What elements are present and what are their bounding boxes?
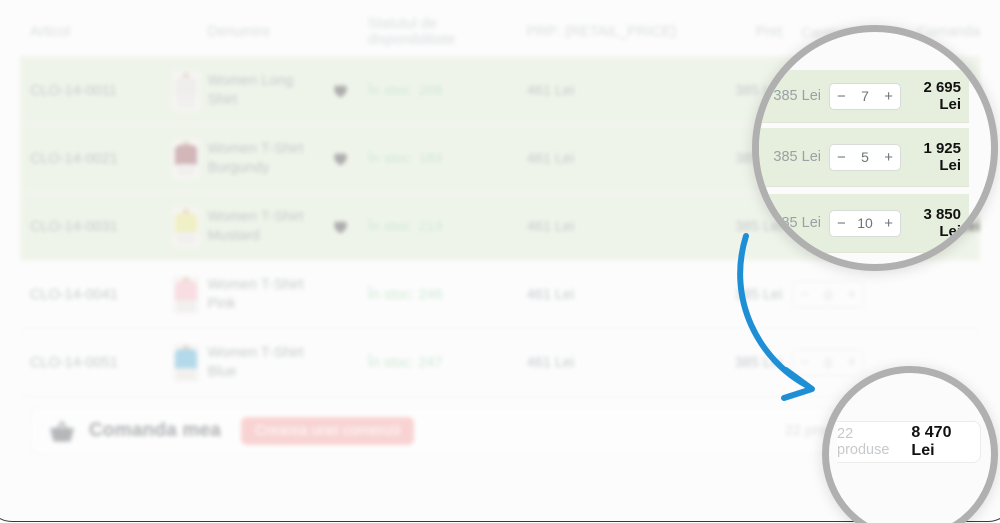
cell-retail-price: 461 Lei <box>526 218 575 235</box>
stepper-value: 5 <box>861 149 869 165</box>
lens-row-separator <box>759 252 969 253</box>
product-thumbnail <box>173 71 200 110</box>
cell-article: CLO-14-0031 <box>30 218 118 235</box>
cell-stock: În stoc: 213 <box>367 218 443 235</box>
cell-name: Women T-Shirt Mustard <box>207 208 304 244</box>
lens-price: 385 Lei <box>773 88 821 104</box>
header-article: Articol <box>30 24 71 40</box>
lens-sharp-rows: 385 Lei −7 +2 695 Lei 385 Lei −5 +1 925 Lei 38… <box>759 32 991 264</box>
lens-row-separator <box>759 122 969 123</box>
stepper-plus-button[interactable]: + <box>847 287 856 302</box>
cell-name: Women T-Shirt Pink <box>207 276 304 312</box>
cell-stock: În stoc: 208 <box>367 82 443 99</box>
product-thumbnail <box>173 207 200 246</box>
cell-stock: În stoc: 183 <box>367 150 443 167</box>
lens-order-sum: 2 695 Lei <box>923 79 961 113</box>
product-thumbnail <box>173 139 200 178</box>
screenshot-root: Articol Denumire Statutul de disponibili… <box>0 0 1000 523</box>
favorite-heart-icon[interactable] <box>314 149 368 168</box>
stepper-plus-button[interactable]: + <box>884 150 893 165</box>
stepper-minus-button[interactable]: − <box>800 355 809 370</box>
lens-quantity-stepper[interactable]: −7 + <box>821 82 909 110</box>
product-thumbnail <box>173 275 200 314</box>
magnifier-lens-total: 22 produse 8 470 Lei <box>822 366 998 523</box>
lens-price: 385 Lei <box>773 149 821 165</box>
cell-article: CLO-14-0011 <box>30 82 117 99</box>
header-stock: Statutul de disponibilitate <box>367 16 456 48</box>
cell-thumbnail <box>165 275 207 314</box>
stepper-minus-button[interactable]: − <box>837 216 846 231</box>
cell-thumbnail <box>165 139 207 178</box>
stepper-value: 10 <box>857 215 873 231</box>
magnifier-lens-quantity: 385 Lei −7 +2 695 Lei 385 Lei −5 +1 925 Lei 38… <box>752 25 998 271</box>
cell-stock: În stoc: 247 <box>367 354 443 371</box>
stepper-minus-button[interactable]: − <box>837 89 846 104</box>
header-prp: PRP: {RETAIL_PRICE} <box>526 24 677 40</box>
quantity-stepper[interactable]: −7 + <box>829 82 901 110</box>
cell-name: Women T-Shirt Burgundy <box>207 140 304 176</box>
quantity-stepper[interactable]: −0 + <box>792 281 865 308</box>
cell-thumbnail <box>165 207 207 246</box>
cell-thumbnail <box>165 343 207 382</box>
cell-article: CLO-14-0041 <box>30 286 118 303</box>
quantity-stepper[interactable]: −5 + <box>829 143 901 171</box>
lens-content-quantity: 385 Lei −7 +2 695 Lei 385 Lei −5 +1 925 Lei 38… <box>759 32 991 264</box>
stepper-value: 0 <box>824 354 832 371</box>
cell-quantity[interactable]: −0 + <box>782 281 874 308</box>
cell-price: 385 Lei <box>734 286 783 303</box>
lens-order-sum: 1 925 Lei <box>923 140 961 174</box>
cell-name: Women Long Shirt <box>207 72 294 108</box>
stepper-value: 7 <box>861 88 869 104</box>
create-order-button[interactable]: Crearea unei comenzii <box>241 417 415 445</box>
lens-row: 385 Lei −7 +2 695 Lei <box>759 70 969 122</box>
stepper-minus-button[interactable]: − <box>800 287 809 302</box>
cell-name: Women T-Shirt Blue <box>207 344 304 380</box>
lens-row-separator <box>759 186 969 187</box>
cell-retail-price: 461 Lei <box>526 286 575 303</box>
lens-quantity-stepper[interactable]: −10 + <box>821 209 909 237</box>
stepper-plus-button[interactable]: + <box>847 355 856 370</box>
cell-article: CLO-14-0051 <box>30 354 118 371</box>
lens-row: 385 Lei −10 +3 850 Lei <box>759 194 969 252</box>
header-name: Denumire <box>207 23 271 40</box>
cell-price: 385 Lei <box>734 354 783 371</box>
lens-price: 385 Lei <box>773 215 821 231</box>
stepper-plus-button[interactable]: + <box>884 216 893 231</box>
cell-article: CLO-14-0021 <box>30 150 118 167</box>
cell-stock: În stoc: 246 <box>367 286 443 303</box>
quantity-stepper[interactable]: −10 + <box>829 209 901 237</box>
lens-total-box: 22 produse 8 470 Lei <box>837 421 981 463</box>
quantity-stepper[interactable]: −0 + <box>792 349 865 376</box>
favorite-heart-icon[interactable] <box>314 81 368 100</box>
stepper-plus-button[interactable]: + <box>884 89 893 104</box>
lens-grand-total: 8 470 Lei <box>911 424 952 459</box>
lens-product-count: 22 produse <box>837 426 890 458</box>
cell-quantity[interactable]: −0 + <box>782 349 874 376</box>
cell-retail-price: 461 Lei <box>526 150 575 167</box>
favorite-heart-icon[interactable] <box>314 217 368 236</box>
lens-content-total: 22 produse 8 470 Lei <box>829 373 991 523</box>
product-thumbnail <box>173 343 200 382</box>
order-title: Comanda mea <box>89 420 222 441</box>
cell-thumbnail <box>165 71 207 110</box>
stepper-minus-button[interactable]: − <box>837 150 846 165</box>
lens-quantity-stepper[interactable]: −5 + <box>821 143 909 171</box>
stepper-value: 0 <box>824 286 832 303</box>
cell-retail-price: 461 Lei <box>526 82 575 99</box>
table-row[interactable]: CLO-14-0041 Women T-Shirt Pink În stoc: 24… <box>20 260 980 328</box>
basket-icon <box>49 420 75 442</box>
lens-row: 385 Lei −5 +1 925 Lei <box>759 128 969 186</box>
cell-retail-price: 461 Lei <box>526 354 575 371</box>
lens-sharp-total: 22 produse 8 470 Lei <box>829 373 991 523</box>
lens-order-sum: 3 850 Lei <box>923 206 961 240</box>
